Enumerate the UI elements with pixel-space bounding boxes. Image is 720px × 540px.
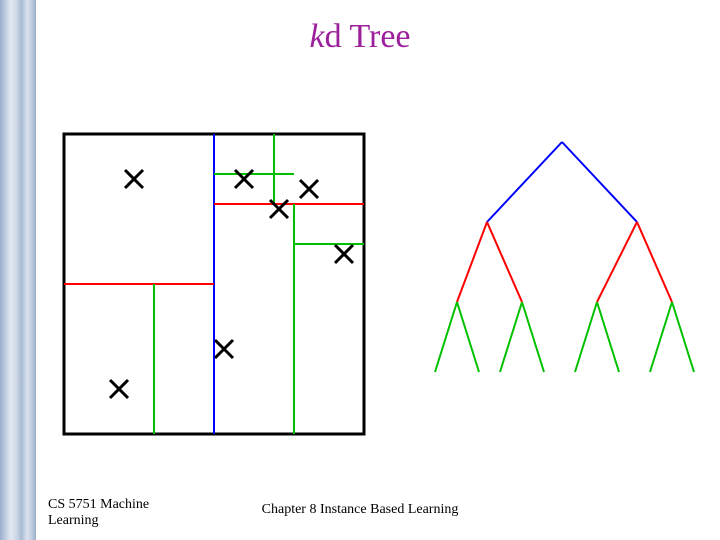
decorative-sidebar [0,0,36,540]
title-rest: d Tree [325,18,411,55]
footer-chapter: Chapter 8 Instance Based Learning [0,502,720,518]
title-k: k [309,18,324,55]
slide-title: kd Tree [0,18,720,56]
kd-partition-diagram [60,130,370,440]
kd-tree-diagram [430,140,700,380]
